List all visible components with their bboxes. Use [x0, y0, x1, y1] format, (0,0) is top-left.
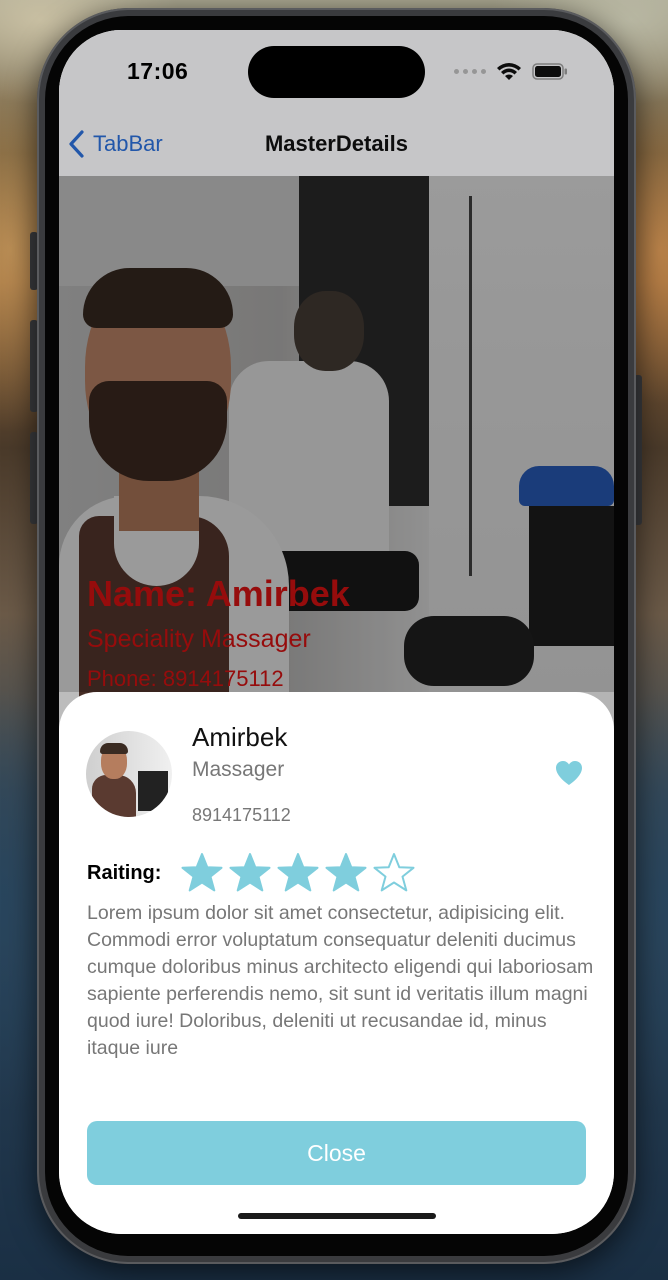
master-phone: 8914175112 — [192, 805, 291, 825]
nav-title: MasterDetails — [264, 131, 409, 156]
avatar-hair — [100, 743, 128, 754]
avatar-apron — [92, 775, 136, 817]
wifi-icon — [497, 63, 521, 80]
dynamic-island — [248, 46, 425, 98]
details-sheet: Amirbek Massager 8914175112 Raiting: Lor… — [59, 692, 614, 1234]
avatar-background — [138, 771, 168, 811]
cellular-icon — [454, 68, 486, 74]
status-time: 17:06 — [127, 58, 189, 84]
hero-phone: Phone: 8914175112 — [87, 666, 284, 691]
home-indicator — [238, 1213, 436, 1219]
rating-stars — [181, 852, 415, 894]
heart-icon[interactable] — [554, 759, 584, 787]
star-filled-icon[interactable] — [277, 852, 319, 894]
hero-speciality: Speciality Massager — [87, 625, 311, 653]
master-description: Lorem ipsum dolor sit amet consectetur, … — [87, 902, 594, 1059]
master-speciality: Massager — [192, 758, 285, 781]
navigation-bar: 17:06 TabBar MasterDetails — [59, 30, 614, 176]
star-empty-icon[interactable] — [373, 852, 415, 894]
master-name: Amirbek — [192, 722, 288, 752]
master-photo: Name: Amirbek Speciality Massager Phone:… — [59, 176, 614, 736]
phone-screen: 17:06 TabBar MasterDetails Name: Amirbek… — [59, 30, 614, 1234]
status-icons — [454, 60, 568, 82]
star-filled-icon[interactable] — [181, 852, 223, 894]
star-filled-icon[interactable] — [325, 852, 367, 894]
close-button[interactable]: Close — [87, 1121, 586, 1185]
hero-name: Name: Amirbek — [87, 573, 350, 614]
avatar — [86, 731, 172, 817]
rating-label: Raiting: — [87, 862, 162, 884]
battery-icon — [532, 62, 567, 80]
star-filled-icon[interactable] — [229, 852, 271, 894]
